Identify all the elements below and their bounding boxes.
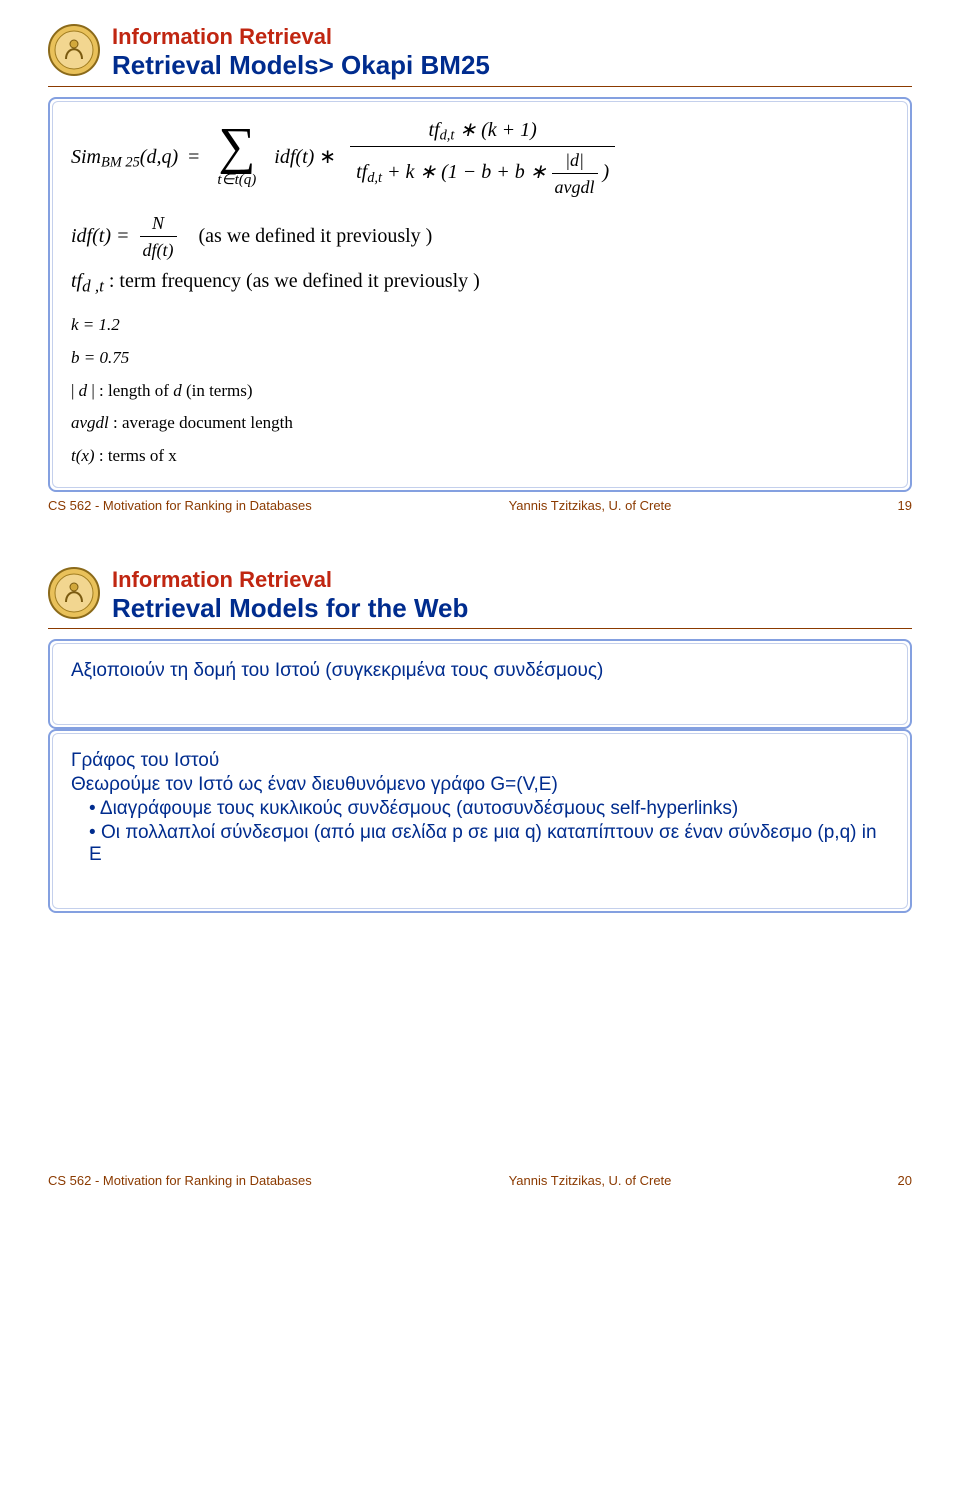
content-frame: SimBM 25(d,q) = ∑ t∈t(q) idf(t) ∗ tfd,t … xyxy=(48,97,912,492)
bm25-fraction: tfd,t ∗ (k + 1) tfd,t + k ∗ (1 − b + b ∗… xyxy=(350,116,615,201)
param-avgdl: avgdl : average document length xyxy=(71,411,889,436)
param-d-length: | d | : length of d (in terms) xyxy=(71,379,889,404)
content-frame: Γράφος του Ιστού Θεωρούμε τον Ιστό ως έν… xyxy=(48,729,912,913)
text-graph-heading: Γράφος του Ιστού xyxy=(71,750,889,772)
formula-sim-bm25: SimBM 25(d,q) = ∑ t∈t(q) idf(t) ∗ tfd,t … xyxy=(71,116,889,469)
content-frame: Αξιοποιούν τη δομή του Ιστού (συγκεκριμέ… xyxy=(48,639,912,729)
university-logo-icon xyxy=(48,567,100,619)
param-b: b = 0.75 xyxy=(71,346,889,371)
param-tx: t(x) : terms of x xyxy=(71,444,889,469)
idf-definition: idf(t) = N df(t) (as we defined it previ… xyxy=(71,210,889,263)
slide-19: Information Retrieval Retrieval Models> … xyxy=(0,0,960,543)
slide-title: Retrieval Models for the Web xyxy=(112,593,468,624)
slide-footer: CS 562 - Motivation for Ranking in Datab… xyxy=(48,1173,912,1188)
university-logo-icon xyxy=(48,24,100,76)
footer-right-page: 19 xyxy=(852,498,912,513)
param-k: k = 1.2 xyxy=(71,313,889,338)
bullet-multilinks: • Οι πολλαπλοί σύνδεσμοι (από μια σελίδα… xyxy=(71,822,889,866)
slide-header: Information Retrieval Retrieval Models> … xyxy=(48,24,912,87)
slide-header: Information Retrieval Retrieval Models f… xyxy=(48,567,912,630)
footer-right-page: 20 xyxy=(852,1173,912,1188)
sim-symbol: Sim xyxy=(71,146,101,168)
text-graph-def: Θεωρούμε τον Ιστό ως έναν διευθυνόμενο γ… xyxy=(71,774,889,796)
slide-supertitle: Information Retrieval xyxy=(112,567,468,593)
slide-title: Retrieval Models> Okapi BM25 xyxy=(112,50,490,81)
footer-mid: Yannis Tzitzikas, U. of Crete xyxy=(328,1173,852,1188)
text-intro: Αξιοποιούν τη δομή του Ιστού (συγκεκριμέ… xyxy=(71,660,889,682)
footer-left: CS 562 - Motivation for Ranking in Datab… xyxy=(48,1173,328,1188)
slide-20: Information Retrieval Retrieval Models f… xyxy=(0,543,960,1219)
slide-supertitle: Information Retrieval xyxy=(112,24,490,50)
footer-mid: Yannis Tzitzikas, U. of Crete xyxy=(328,498,852,513)
summation-icon: ∑ t∈t(q) xyxy=(217,124,256,193)
tf-definition: tfd ,t : term frequency (as we defined i… xyxy=(71,267,889,299)
slide-footer: CS 562 - Motivation for Ranking in Datab… xyxy=(48,498,912,513)
bullet-selflinks: • Διαγράφουμε τους κυκλικούς συνδέσμους … xyxy=(71,798,889,820)
footer-left: CS 562 - Motivation for Ranking in Datab… xyxy=(48,498,328,513)
doclen-fraction: |d| avgdl xyxy=(552,147,598,200)
